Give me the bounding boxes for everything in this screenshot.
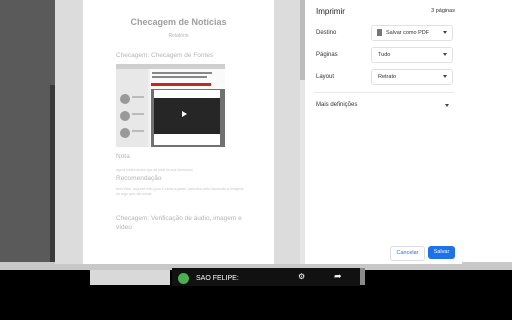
page-count: 3 páginas bbox=[431, 8, 455, 14]
backdrop-right-area bbox=[462, 0, 512, 262]
share-icon[interactable]: ➦ bbox=[334, 271, 342, 282]
chevron-down-icon bbox=[443, 75, 447, 78]
preview-screenshot-image bbox=[116, 64, 225, 147]
destination-select[interactable]: Salvar como PDF bbox=[371, 25, 453, 41]
destination-label: Destino bbox=[316, 30, 337, 36]
layout-select[interactable]: Retrato bbox=[371, 69, 453, 85]
preview-note-text: agora fontes dizem que as total da sua f… bbox=[116, 168, 193, 172]
bottom-black-bar bbox=[0, 285, 512, 320]
preview-title: Checagem de Notícias bbox=[130, 17, 227, 27]
app-icon[interactable] bbox=[178, 273, 189, 284]
preview-note-heading: Nota bbox=[116, 153, 130, 160]
pdf-file-icon bbox=[377, 29, 382, 36]
preview-section2-line1: Checagem: Verificação de áudio, imagem e bbox=[116, 215, 242, 222]
more-settings-toggle[interactable]: Mais definições bbox=[316, 102, 357, 108]
more-settings-chevron-icon[interactable] bbox=[445, 104, 449, 107]
preview-rec-text: bem Web, segunte mês pour e carta orgues… bbox=[116, 187, 244, 196]
settings-icon[interactable]: ⚙ bbox=[298, 272, 305, 281]
dialog-title: Imprimir bbox=[316, 7, 345, 16]
preview-section-heading: Checagem: Checagem de Fontes bbox=[116, 52, 214, 59]
chevron-down-icon bbox=[443, 31, 447, 34]
pages-label: Páginas bbox=[316, 52, 338, 58]
chevron-down-icon bbox=[443, 53, 447, 56]
preview-section2-line2: vídeo bbox=[116, 224, 132, 231]
preview-rec-heading: Recomendação bbox=[116, 175, 162, 182]
taskbar-label: SAO FELIPE: bbox=[196, 275, 239, 282]
preview-subtitle: Relatório bbox=[168, 33, 189, 39]
pages-select[interactable]: Tudo bbox=[371, 47, 453, 63]
save-button[interactable]: Salvar bbox=[428, 246, 455, 259]
destination-value: Salvar como PDF bbox=[386, 29, 430, 36]
play-icon bbox=[182, 111, 187, 117]
preview-scrollbar-thumb[interactable] bbox=[300, 0, 305, 80]
pages-value: Tudo bbox=[378, 51, 391, 58]
cancel-button[interactable]: Cancelar bbox=[390, 246, 425, 261]
layout-label: Layout bbox=[316, 74, 335, 80]
backdrop-thumbnail bbox=[90, 270, 170, 285]
layout-value: Retrato bbox=[378, 73, 397, 80]
settings-divider bbox=[314, 92, 454, 93]
